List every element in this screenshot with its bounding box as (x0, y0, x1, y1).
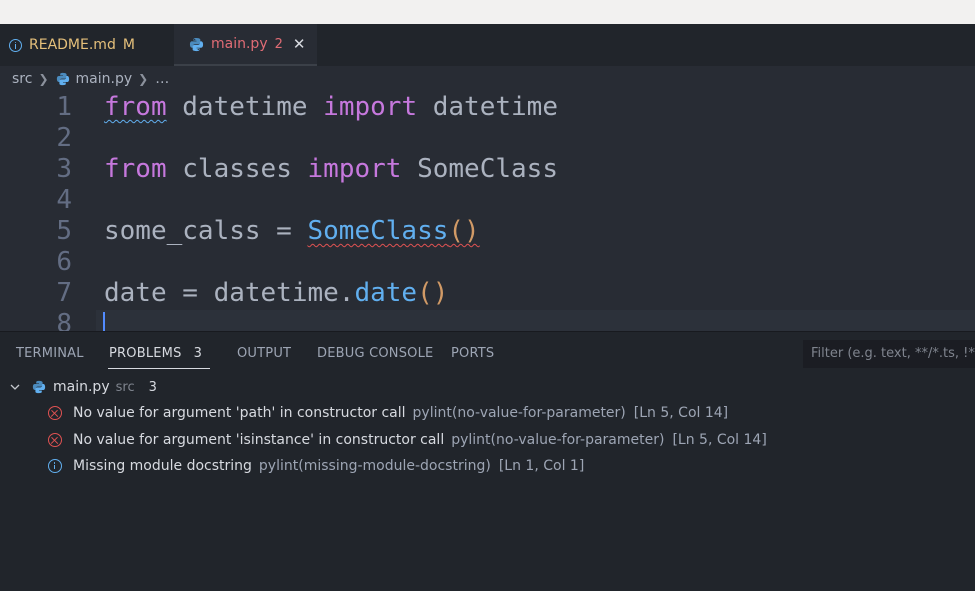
active-tab-indicator (108, 368, 210, 369)
code-token: some_calss = (104, 216, 308, 246)
code-token: SomeClass (401, 154, 558, 184)
close-tab-icon[interactable]: ✕ (293, 35, 306, 53)
line-number: 4 (56, 185, 72, 215)
breadcrumb-more[interactable]: … (155, 71, 169, 87)
code-token: () (417, 278, 449, 308)
problem-source: pylint(missing-module-docstring) (258, 458, 491, 474)
tab-debug-console[interactable]: DEBUG CONSOLE (317, 346, 433, 361)
code-token: import (323, 92, 418, 122)
error-icon (48, 433, 62, 447)
text-cursor (103, 312, 105, 331)
modified-badge: M (122, 37, 135, 53)
chevron-right-icon: ❯ (38, 72, 49, 86)
code-token: from (104, 154, 167, 184)
group-count-badge: 3 (148, 379, 157, 395)
code-line: date = datetime.date() (104, 278, 448, 308)
tab-label: README.md (29, 37, 116, 53)
chevron-right-icon: ❯ (138, 72, 149, 86)
code-token: SomeClass (307, 216, 449, 246)
problem-item[interactable]: Missing module docstring pylint(missing-… (0, 455, 584, 477)
problem-group-main-py[interactable]: main.py src 3 (0, 376, 157, 398)
breadcrumb-file[interactable]: main.py (76, 71, 133, 87)
problem-item[interactable]: No value for argument 'path' in construc… (0, 402, 728, 424)
code-token: date (354, 278, 418, 308)
code-token: import (307, 154, 402, 184)
code-token: date = datetime. (104, 278, 355, 308)
line-number: 3 (56, 154, 72, 184)
tab-problems-label: PROBLEMS (109, 346, 182, 361)
problem-message: No value for argument 'isinstance' in co… (73, 432, 445, 448)
info-icon (9, 38, 22, 52)
error-icon (48, 406, 62, 420)
code-token: datetime (166, 92, 324, 122)
python-icon (32, 380, 46, 394)
code-token: datetime (417, 92, 558, 122)
line-number: 8 (56, 309, 72, 331)
chevron-down-icon[interactable] (9, 381, 21, 393)
tab-output[interactable]: OUTPUT (237, 346, 291, 361)
problems-count-badge: 3 (193, 346, 203, 361)
tab-problems[interactable]: PROBLEMS 3 (109, 346, 202, 361)
line-number: 6 (56, 247, 72, 277)
code-token: () (448, 216, 480, 246)
breadcrumb: src ❯ main.py ❯ … (0, 66, 975, 92)
breadcrumb-folder[interactable]: src (12, 71, 32, 87)
current-line-highlight (96, 310, 975, 331)
line-number: 1 (56, 92, 72, 122)
code-line: some_calss = SomeClass() (104, 216, 480, 246)
problem-location: [Ln 5, Col 14] (633, 405, 729, 421)
tab-terminal[interactable]: TERMINAL (16, 346, 84, 361)
code-token: classes (166, 154, 308, 184)
problem-item[interactable]: No value for argument 'isinstance' in co… (0, 429, 767, 451)
group-file-name: main.py (53, 379, 110, 395)
problem-source: pylint(no-value-for-parameter) (412, 405, 626, 421)
info-icon (48, 459, 62, 473)
python-icon (189, 37, 204, 51)
tab-ports[interactable]: PORTS (451, 346, 494, 361)
bottom-panel: TERMINAL PROBLEMS 3 OUTPUT DEBUG CONSOLE … (0, 331, 975, 591)
tab-main-py[interactable]: main.py 2 ✕ (174, 24, 317, 66)
tab-label: main.py (211, 36, 268, 52)
problem-source: pylint(no-value-for-parameter) (451, 432, 665, 448)
code-token: from (104, 92, 167, 122)
line-number: 2 (56, 123, 72, 153)
tab-readme[interactable]: README.md M (0, 24, 173, 66)
problem-message: Missing module docstring (73, 458, 252, 474)
group-folder: src (115, 379, 135, 395)
code-line: from classes import SomeClass (104, 154, 558, 184)
code-editor[interactable]: 1 2 3 4 5 6 7 8 from datetime import dat… (0, 92, 975, 331)
window-top-bar (0, 0, 975, 24)
line-number: 5 (56, 216, 72, 246)
editor-tab-bar: README.md M main.py 2 ✕ (0, 24, 975, 66)
problem-location: [Ln 1, Col 1] (498, 458, 585, 474)
problem-message: No value for argument 'path' in construc… (73, 405, 406, 421)
problems-filter-input[interactable]: Filter (e.g. text, **/*.ts, !**/node_mod… (803, 340, 975, 368)
line-number: 7 (56, 278, 72, 308)
python-icon (56, 72, 69, 86)
problem-location: [Ln 5, Col 14] (672, 432, 767, 448)
code-line: from datetime import datetime (104, 92, 558, 122)
problem-count-badge: 2 (274, 36, 283, 52)
